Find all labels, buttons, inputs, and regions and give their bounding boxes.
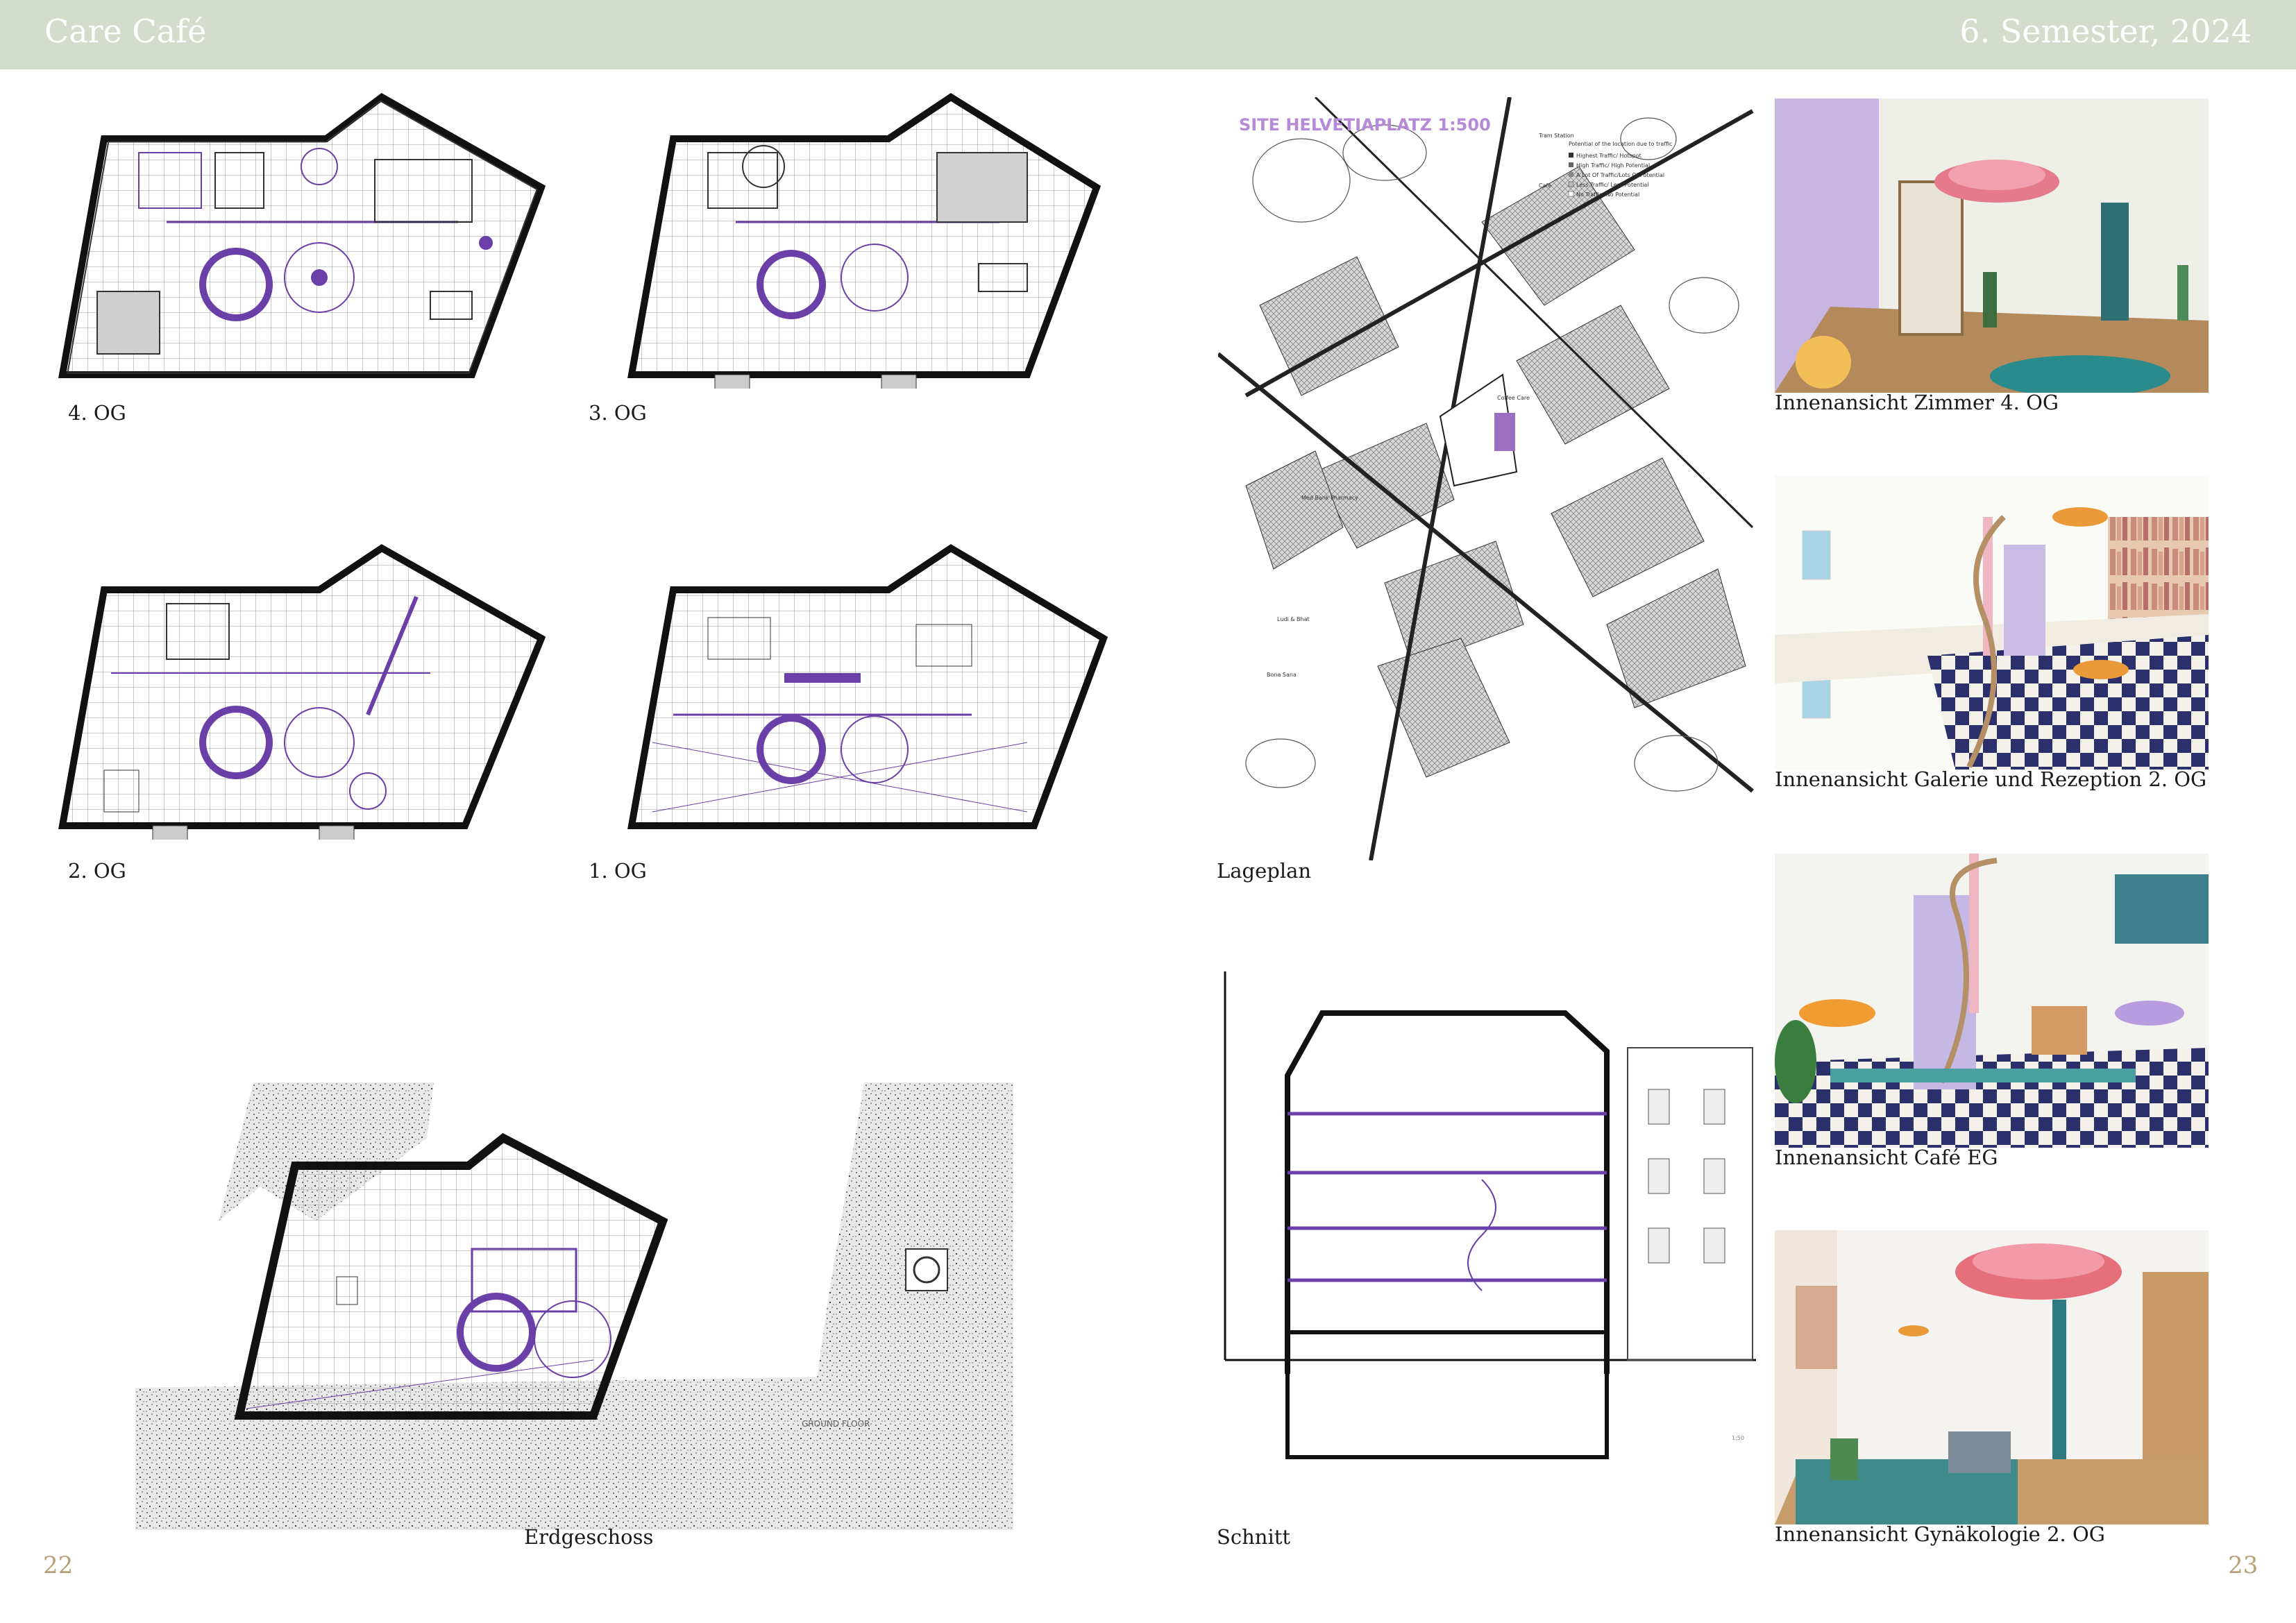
page-number-left: 22 (43, 1552, 74, 1579)
section-caption: Schnitt (1217, 1525, 1291, 1549)
floor-plan-4og (42, 83, 555, 389)
document-title: Care Café (44, 12, 207, 50)
floor-plan-1og (611, 534, 1124, 840)
site-plan: SITE HELVETIAPLATZ 1:500 Potential of th… (1218, 97, 1756, 860)
site-legend-cafe: Café (1539, 182, 1551, 189)
ground-floor-label: GROUND FLOOR (802, 1419, 870, 1429)
render-caption-3: Innenansicht Café EG (1775, 1146, 1998, 1169)
site-label-coffee-care: Coffee Care (1497, 395, 1530, 401)
site-legend-item: High Traffic/ High Potential (1576, 162, 1650, 169)
render-zimmer-4og (1775, 99, 2209, 393)
site-legend-item: No Traffic/ No Potential (1576, 192, 1639, 198)
site-legend-title: Potential of the location due to traffic (1569, 141, 1672, 147)
site-label-bona-sana: Bona Sana (1267, 672, 1297, 678)
semester-label: 6. Semester, 2024 (1959, 12, 2252, 50)
render-caption-2: Innenansicht Galerie und Rezeption 2. OG (1775, 767, 2207, 791)
floor-plan-3og (611, 83, 1124, 389)
section-scale: 1:50 (1732, 1435, 1744, 1441)
site-legend-item: Less Traffic/ Less Potential (1576, 182, 1649, 188)
floor-plan-caption-3og: 3. OG (589, 401, 647, 425)
site-plan-caption: Lageplan (1217, 859, 1312, 883)
render-galerie-rezeption (1775, 475, 2209, 770)
floor-plan-2og (42, 534, 555, 840)
render-cafe-eg (1775, 853, 2209, 1148)
site-label-ludi: Ludi & Bhat (1277, 616, 1310, 622)
floor-plan-caption-4og: 4. OG (68, 401, 126, 425)
render-caption-1: Innenansicht Zimmer 4. OG (1775, 391, 2059, 414)
floor-plan-erdgeschoss: GROUND FLOOR (135, 1082, 1013, 1530)
header-bar: Care Café 6. Semester, 2024 (0, 0, 2296, 69)
site-legend-item: A Lot Of Traffic/Lots Of Potential (1576, 172, 1664, 178)
render-caption-4: Innenansicht Gynäkologie 2. OG (1775, 1522, 2105, 1546)
floor-plan-caption-erdgeschoss: Erdgeschoss (524, 1525, 654, 1549)
page-number-right: 23 (2228, 1552, 2259, 1579)
building-section: 1:50 (1218, 971, 1756, 1471)
site-legend-item: Highest Traffic/ Hotspot (1576, 153, 1641, 159)
floor-plan-caption-1og: 1. OG (589, 859, 647, 883)
render-gynaekologie (1775, 1230, 2209, 1524)
site-legend-tram: Tram Station (1538, 133, 1574, 139)
site-plan-title: SITE HELVETIAPLATZ 1:500 (1239, 115, 1491, 135)
floor-plan-caption-2og: 2. OG (68, 859, 126, 883)
site-label-pharmacy: Med Bank Pharmacy (1301, 495, 1358, 501)
